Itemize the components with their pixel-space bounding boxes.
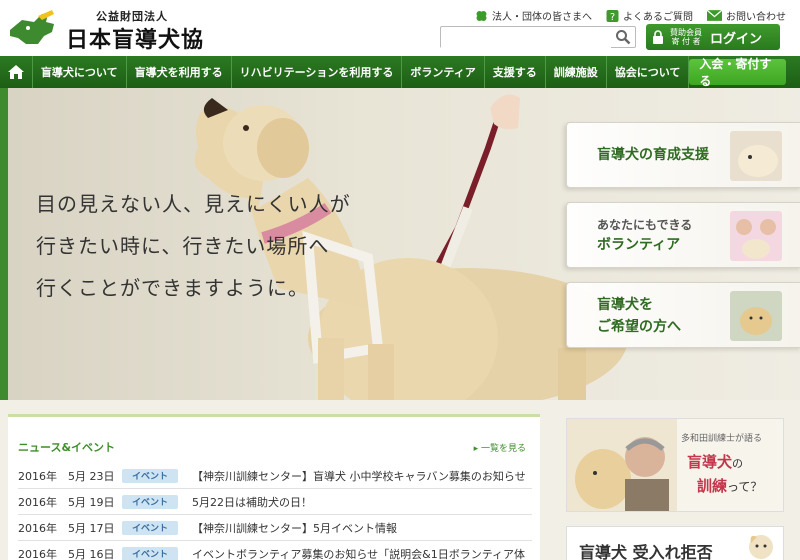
faq-link[interactable]: ? よくあるご質問 [606,8,693,23]
event-badge: イベント [122,494,178,509]
login-label: ログイン [710,31,763,47]
trainer-with-dog-photo [567,419,677,511]
site-header: 公益財団法人 日本盲導犬協会 法人・団体の皆さまへ ? よくあるご質問 お問い合… [0,0,800,85]
guide-dog-logo-icon [10,10,54,44]
login-member-line2: 寄 付 者 [671,37,701,46]
trainer-banner-word1: 盲導犬 [687,453,733,471]
question-icon: ? [606,9,619,22]
hero-tagline-3: 行くことができますように。 [36,276,309,300]
svg-text:?: ? [610,12,615,22]
volunteer-thumbnail [730,211,782,261]
corporate-link[interactable]: 法人・団体の皆さまへ [475,8,592,23]
nav-support[interactable]: 支援する [485,56,546,88]
clover-icon [476,10,487,21]
news-heading: ニュース&イベント [18,441,116,454]
news-date: 2016年 5月 23日 [18,469,115,483]
event-badge: イベント [122,546,178,560]
news-title: 【神奈川訓練センター】5月イベント情報 [192,521,397,535]
event-badge: イベント [122,520,178,535]
refusal-banner-title: 盲導犬 受入れ拒否 [579,543,713,560]
promo-volunteer-line2: ボランティア [597,237,681,253]
nav-use-guide-dogs[interactable]: 盲導犬を利用する [127,56,232,88]
promo-applicants-line2: ご希望の方へ [597,319,681,335]
refusal-banner[interactable]: 盲導犬 受入れ拒否 [566,526,784,560]
promo-volunteer-line1: あなたにもできる [597,218,693,232]
nav-training-facilities[interactable]: 訓練施設 [546,56,607,88]
login-member-line1: 賛助会員 [670,28,702,37]
search-icon[interactable] [615,29,631,45]
mail-icon [707,10,722,21]
corporate-link-label: 法人・団体の皆さまへ [492,12,592,23]
main-nav: 盲導犬について 盲導犬を利用する リハビリテーションを利用する ボランティア 支… [0,56,800,88]
news-more-link[interactable]: ▸ 一覧を見る [474,441,526,454]
puppy-thumbnail [730,131,782,181]
dog-mascot-icon [749,535,773,559]
hero-banner: 目の見えない人、見えにくい人が 行きたい時に、行きたい場所へ 行くことができます… [8,88,800,400]
contact-link[interactable]: お問い合わせ [707,8,786,23]
trainer-banner-subtitle: 多和田訓練士が語る [681,434,763,444]
top-links: 法人・団体の皆さまへ ? よくあるご質問 お問い合わせ [475,8,786,23]
nav-about-guide-dogs[interactable]: 盲導犬について [33,56,127,88]
nav-volunteer[interactable]: ボランティア [402,56,485,88]
news-row[interactable]: 2016年 5月 17日 イベント 【神奈川訓練センター】5月イベント情報 [18,515,532,541]
promo-applicants[interactable]: 盲導犬を ご希望の方へ [566,282,800,348]
site-logo[interactable]: 公益財団法人 日本盲導犬協会 [8,6,208,85]
trainer-banner-title: 盲導犬の [687,451,743,472]
nav-about-association[interactable]: 協会について [607,56,690,88]
lock-icon [653,30,663,44]
contact-link-label: お問い合わせ [726,12,786,23]
hero-left-border [0,88,8,400]
news-title: イベントボランティア募集のお知らせ「説明会&1日ボランティア体 [192,547,526,560]
news-events-panel: ニュース&イベント ▸ 一覧を見る 2016年 5月 23日 イベント 【神奈川… [8,414,540,560]
trainer-banner-tail: って？ [727,480,763,494]
search-input[interactable] [441,28,611,49]
login-button[interactable]: 賛助会員 寄 付 者 ログイン [646,24,780,50]
nav-rehabilitation[interactable]: リハビリテーションを利用する [232,56,403,88]
news-row[interactable]: 2016年 5月 16日 イベント イベントボランティア募集のお知らせ「説明会&… [18,541,532,560]
news-row[interactable]: 2016年 5月 23日 イベント 【神奈川訓練センター】盲導犬 小中学校キャラ… [18,463,532,489]
trainer-interview-banner[interactable]: 多和田訓練士が語る 盲導犬の 訓練って？ [566,418,784,512]
news-row[interactable]: 2016年 5月 19日 イベント 5月22日は補助犬の日！ [18,489,532,515]
search-box [440,26,636,49]
news-more-label: 一覧を見る [480,444,526,454]
login-member-label: 賛助会員 寄 付 者 [670,28,702,46]
home-icon [7,65,24,79]
trainer-banner-particle: の [732,457,744,470]
hero-tagline-2: 行きたい時に、行きたい場所へ [36,234,330,258]
faq-link-label: よくあるご質問 [623,12,693,23]
news-date: 2016年 5月 16日 [18,547,115,560]
dog-thumbnail [730,291,782,341]
lower-section: ニュース&イベント ▸ 一覧を見る 2016年 5月 23日 イベント 【神奈川… [0,400,800,560]
event-badge: イベント [122,468,178,483]
promo-training-support-label: 盲導犬の育成支援 [597,147,709,163]
home-button[interactable] [0,56,33,88]
join-donate-button[interactable]: 入会・寄付する [689,57,786,88]
trainer-banner-word2: 訓練 [697,477,728,495]
news-date: 2016年 5月 17日 [18,521,115,535]
promo-applicants-line1: 盲導犬を [597,297,653,313]
hero-tagline-1: 目の見えない人、見えにくい人が [36,192,351,216]
promo-training-support[interactable]: 盲導犬の育成支援 [566,122,800,188]
trainer-banner-title-2: 訓練って？ [697,475,762,496]
news-date: 2016年 5月 19日 [18,495,115,509]
promo-volunteer[interactable]: あなたにもできる ボランティア [566,202,800,268]
news-title: 5月22日は補助犬の日！ [192,495,312,509]
news-title: 【神奈川訓練センター】盲導犬 小中学校キャラバン募集のお知らせ [192,469,526,483]
